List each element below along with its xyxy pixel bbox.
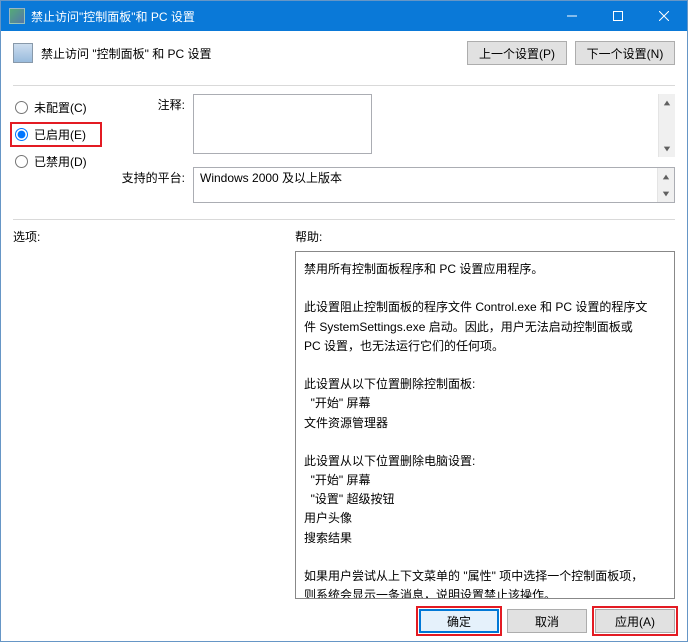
radio-enabled[interactable]: 已启用(E) [13,125,99,144]
supported-row: 支持的平台: Windows 2000 及以上版本 [115,167,675,203]
options-label: 选项: [13,228,283,245]
radio-not-configured-label: 未配置(C) [34,99,87,116]
comment-textarea[interactable] [193,94,372,154]
supported-scrollbar[interactable] [657,168,674,202]
supported-box: Windows 2000 及以上版本 [193,167,675,203]
radio-disabled[interactable]: 已禁用(D) [13,152,99,171]
minimize-button[interactable] [549,1,595,31]
ok-button[interactable]: 确定 [419,609,499,633]
next-setting-button[interactable]: 下一个设置(N) [575,41,675,65]
radio-not-configured-input[interactable] [15,101,28,114]
radio-disabled-label: 已禁用(D) [34,153,87,170]
supported-label: 支持的平台: [115,167,185,186]
policy-heading: 禁止访问 "控制面板" 和 PC 设置 [41,45,459,62]
scroll-down-icon[interactable] [659,140,675,157]
fields-column: 注释: 支持的平台: Windows 2000 及以上版本 [115,94,675,203]
config-area: 未配置(C) 已启用(E) 已禁用(D) 注释: [13,94,675,203]
dialog-footer: 确定 取消 应用(A) [13,599,675,633]
apply-button[interactable]: 应用(A) [595,609,675,633]
header-row: 禁止访问 "控制面板" 和 PC 设置 上一个设置(P) 下一个设置(N) [13,41,675,65]
options-box [13,251,283,599]
help-label: 帮助: [295,228,675,245]
window-title: 禁止访问"控制面板"和 PC 设置 [31,8,549,25]
separator [13,85,675,86]
scroll-down-icon[interactable] [658,185,674,202]
radio-enabled-label: 已启用(E) [34,126,86,143]
comment-scrollbar[interactable] [658,94,675,157]
help-textbox[interactable]: 禁用所有控制面板程序和 PC 设置应用程序。 此设置阻止控制面板的程序文件 Co… [295,251,675,599]
policy-icon [13,43,33,63]
separator [13,219,675,220]
supported-value: Windows 2000 及以上版本 [200,171,342,185]
window-controls [549,1,687,31]
state-radio-group: 未配置(C) 已启用(E) 已禁用(D) [13,94,99,203]
scroll-up-icon[interactable] [659,94,675,111]
app-icon [9,8,25,24]
maximize-button[interactable] [595,1,641,31]
radio-not-configured[interactable]: 未配置(C) [13,98,99,117]
radio-enabled-input[interactable] [15,128,28,141]
help-pane: 帮助: 禁用所有控制面板程序和 PC 设置应用程序。 此设置阻止控制面板的程序文… [295,228,675,599]
previous-setting-button[interactable]: 上一个设置(P) [467,41,567,65]
title-bar: 禁止访问"控制面板"和 PC 设置 [1,1,687,31]
options-pane: 选项: [13,228,283,599]
comment-row: 注释: [115,94,675,157]
scroll-up-icon[interactable] [658,168,674,185]
comment-label: 注释: [115,94,185,113]
close-button[interactable] [641,1,687,31]
cancel-button[interactable]: 取消 [507,609,587,633]
radio-disabled-input[interactable] [15,155,28,168]
lower-panes: 选项: 帮助: 禁用所有控制面板程序和 PC 设置应用程序。 此设置阻止控制面板… [13,228,675,599]
